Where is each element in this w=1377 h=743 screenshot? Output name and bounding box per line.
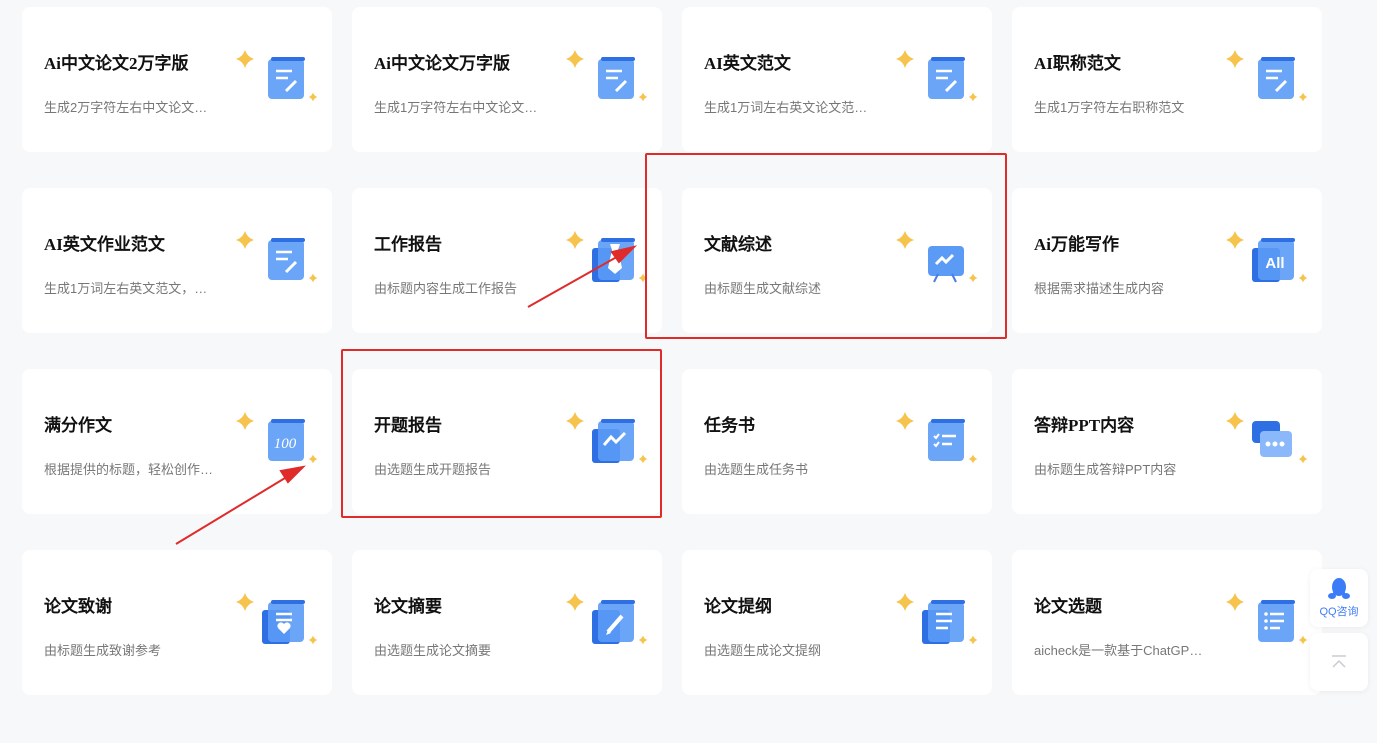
pencil-note-icon [566, 593, 648, 645]
card-description: 生成2万字符左右中文论文… [44, 100, 208, 115]
card-description: 生成1万字符左右中文论文… [374, 100, 538, 115]
tool-card-12[interactable]: 答辩PPT内容 由标题生成答辩PPT内容 [1012, 369, 1322, 514]
tool-card-14[interactable]: 论文摘要 由选题生成论文摘要 [352, 550, 662, 695]
tool-card-8[interactable]: Ai万能写作 根据需求描述生成内容 All [1012, 188, 1322, 333]
card-description: 由标题生成文献综述 [704, 281, 822, 296]
all-icon: All [1226, 231, 1308, 283]
card-title: Ai中文论文万字版 [374, 54, 510, 73]
tool-card-10[interactable]: 开题报告 由选题生成开题报告 [352, 369, 662, 514]
tool-card-5[interactable]: AI英文作业范文 生成1万词左右英文范文，… [22, 188, 332, 333]
svg-text:All: All [1265, 255, 1284, 272]
document-edit-icon [1226, 50, 1308, 102]
score-100-icon: 100 [236, 412, 318, 464]
card-title: AI英文作业范文 [44, 235, 165, 254]
card-description: 由标题生成答辩PPT内容 [1034, 462, 1177, 477]
card-title: Ai中文论文2万字版 [44, 54, 189, 73]
card-title: Ai万能写作 [1034, 235, 1119, 254]
card-description: 由标题内容生成工作报告 [374, 281, 518, 296]
tool-card-6[interactable]: 工作报告 由标题内容生成工作报告 [352, 188, 662, 333]
tool-card-3[interactable]: AI英文范文 生成1万词左右英文论文范… [682, 7, 992, 152]
card-description: 生成1万词左右英文范文，… [44, 281, 208, 296]
tool-card-11[interactable]: 任务书 由选题生成任务书 [682, 369, 992, 514]
card-description: 由标题生成致谢参考 [44, 643, 162, 658]
card-title: AI英文范文 [704, 54, 791, 73]
card-title: 论文提纲 [704, 597, 772, 616]
document-edit-icon [236, 231, 318, 283]
tool-card-7[interactable]: 文献综述 由标题生成文献综述 [682, 188, 992, 333]
line-chart-icon [566, 412, 648, 464]
card-description: 生成1万词左右英文论文范… [704, 100, 868, 115]
card-description: aicheck是一款基于ChatGP… [1034, 643, 1203, 658]
outline-document-icon [896, 593, 978, 645]
checklist-icon [896, 412, 978, 464]
tool-card-2[interactable]: Ai中文论文万字版 生成1万字符左右中文论文… [352, 7, 662, 152]
card-description: 由选题生成论文摘要 [374, 643, 492, 658]
card-title: 答辩PPT内容 [1034, 416, 1135, 435]
card-description: 生成1万字符左右职称范文 [1034, 100, 1185, 115]
tool-card-9[interactable]: 满分作文 根据提供的标题，轻松创作… 100 [22, 369, 332, 514]
qq-consult-button[interactable]: QQ咨询 [1310, 569, 1368, 627]
chat-bubble-icon [1226, 412, 1308, 464]
svg-text:100: 100 [274, 436, 297, 452]
card-title: 工作报告 [374, 235, 442, 254]
qq-consult-label: QQ咨询 [1319, 606, 1359, 618]
qq-penguin-icon [1328, 578, 1350, 599]
tie-report-icon [566, 231, 648, 283]
back-to-top-button[interactable] [1310, 633, 1368, 691]
card-description: 根据需求描述生成内容 [1034, 281, 1165, 296]
card-title: 任务书 [704, 416, 755, 435]
document-edit-icon [236, 50, 318, 102]
card-description: 根据提供的标题，轻松创作… [44, 462, 214, 477]
presentation-board-icon [896, 231, 978, 283]
card-title: AI职称范文 [1034, 54, 1121, 73]
tool-card-15[interactable]: 论文提纲 由选题生成论文提纲 [682, 550, 992, 695]
card-title: 论文选题 [1034, 597, 1102, 616]
card-title: 开题报告 [374, 416, 442, 435]
tool-card-4[interactable]: AI职称范文 生成1万字符左右职称范文 [1012, 7, 1322, 152]
card-description: 由选题生成论文提纲 [704, 643, 822, 658]
card-description: 由选题生成开题报告 [374, 462, 492, 477]
list-document-icon [1226, 593, 1308, 645]
tool-card-13[interactable]: 论文致谢 由标题生成致谢参考 [22, 550, 332, 695]
card-title: 论文致谢 [44, 597, 112, 616]
back-to-top-icon [1332, 655, 1346, 668]
card-title: 论文摘要 [374, 597, 442, 616]
heart-document-icon [236, 593, 318, 645]
card-title: 满分作文 [44, 416, 112, 435]
card-title: 文献综述 [704, 235, 772, 254]
tool-card-16[interactable]: 论文选题 aicheck是一款基于ChatGP… [1012, 550, 1322, 695]
document-edit-icon [566, 50, 648, 102]
card-description: 由选题生成任务书 [704, 462, 809, 477]
tool-card-grid: Ai中文论文2万字版 生成2万字符左右中文论文… Ai中文论文万字版 生成1万字… [22, 7, 1322, 695]
tool-card-1[interactable]: Ai中文论文2万字版 生成2万字符左右中文论文… [22, 7, 332, 152]
document-edit-icon [896, 50, 978, 102]
